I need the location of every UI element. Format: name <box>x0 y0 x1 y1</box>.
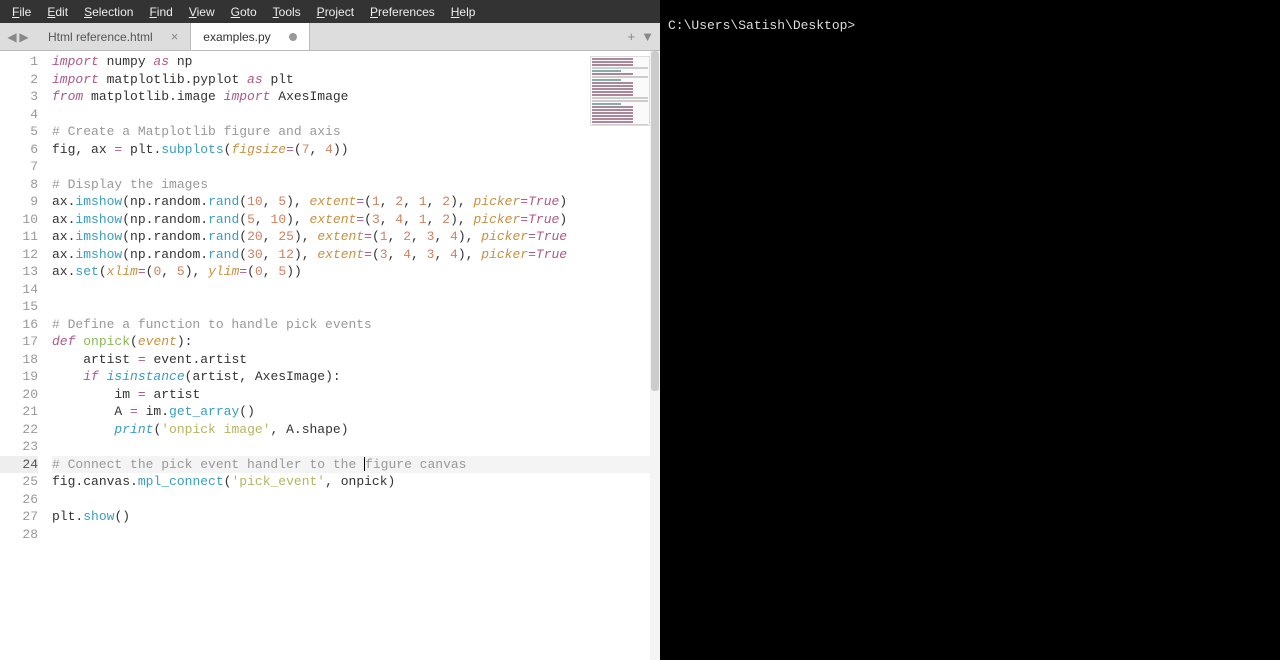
menu-edit[interactable]: Edit <box>39 3 76 21</box>
scrollbar-thumb[interactable] <box>651 51 659 391</box>
line-number: 11 <box>0 228 38 246</box>
menu-tools[interactable]: Tools <box>265 3 309 21</box>
code-area[interactable]: import numpy as npimport matplotlib.pypl… <box>52 51 660 660</box>
editor-pane: FileEditSelectionFindViewGotoToolsProjec… <box>0 0 660 660</box>
line-number: 10 <box>0 211 38 229</box>
line-number: 16 <box>0 316 38 334</box>
line-number: 24 <box>0 456 38 474</box>
tab-examples-py[interactable]: examples.py <box>191 23 309 50</box>
code-line[interactable]: from matplotlib.image import AxesImage <box>52 88 660 106</box>
line-number-gutter: 1234567891011121314151617181920212223242… <box>0 51 52 660</box>
line-number: 25 <box>0 473 38 491</box>
editor-body[interactable]: 1234567891011121314151617181920212223242… <box>0 51 660 660</box>
code-line[interactable]: # Connect the pick event handler to the … <box>52 456 660 474</box>
line-number: 23 <box>0 438 38 456</box>
line-number: 19 <box>0 368 38 386</box>
line-number: 26 <box>0 491 38 509</box>
tab-label: examples.py <box>203 30 270 44</box>
code-line[interactable]: ax.imshow(np.random.rand(20, 25), extent… <box>52 228 660 246</box>
menu-preferences[interactable]: Preferences <box>362 3 443 21</box>
menu-find[interactable]: Find <box>141 3 180 21</box>
tabs-dropdown-icon[interactable]: ▼ <box>641 29 654 44</box>
code-line[interactable]: # Display the images <box>52 176 660 194</box>
line-number: 8 <box>0 176 38 194</box>
menu-file[interactable]: File <box>4 3 39 21</box>
new-tab-icon[interactable]: + <box>628 29 636 44</box>
terminal-prompt: C:\Users\Satish\Desktop> <box>668 18 855 33</box>
code-line[interactable]: plt.show() <box>52 508 660 526</box>
code-line[interactable]: # Create a Matplotlib figure and axis <box>52 123 660 141</box>
code-line[interactable]: fig, ax = plt.subplots(figsize=(7, 4)) <box>52 141 660 159</box>
nav-forward-icon[interactable]: ▶ <box>18 31 30 43</box>
line-number: 15 <box>0 298 38 316</box>
line-number: 27 <box>0 508 38 526</box>
menu-selection[interactable]: Selection <box>76 3 141 21</box>
code-line[interactable]: import matplotlib.pyplot as plt <box>52 71 660 89</box>
line-number: 6 <box>0 141 38 159</box>
tab-bar: ◀ ▶ Html reference.html × examples.py + ▼ <box>0 23 660 51</box>
code-line[interactable]: import numpy as np <box>52 53 660 71</box>
menu-goto[interactable]: Goto <box>223 3 265 21</box>
code-line[interactable] <box>52 158 660 176</box>
minimap[interactable] <box>590 56 650 126</box>
code-line[interactable]: ax.imshow(np.random.rand(30, 12), extent… <box>52 246 660 264</box>
code-line[interactable] <box>52 438 660 456</box>
code-line[interactable]: ax.set(xlim=(0, 5), ylim=(0, 5)) <box>52 263 660 281</box>
line-number: 17 <box>0 333 38 351</box>
code-line[interactable] <box>52 526 660 544</box>
code-line[interactable] <box>52 281 660 299</box>
tab-label: Html reference.html <box>48 30 153 44</box>
tab-modified-icon <box>289 33 297 41</box>
line-number: 3 <box>0 88 38 106</box>
code-line[interactable]: # Define a function to handle pick event… <box>52 316 660 334</box>
tab-nav-arrows: ◀ ▶ <box>0 23 36 50</box>
code-line[interactable]: artist = event.artist <box>52 351 660 369</box>
line-number: 7 <box>0 158 38 176</box>
line-number: 20 <box>0 386 38 404</box>
code-line[interactable]: fig.canvas.mpl_connect('pick_event', onp… <box>52 473 660 491</box>
nav-back-icon[interactable]: ◀ <box>6 31 18 43</box>
terminal-pane[interactable]: C:\Users\Satish\Desktop> <box>660 0 1280 660</box>
line-number: 18 <box>0 351 38 369</box>
code-line[interactable]: A = im.get_array() <box>52 403 660 421</box>
line-number: 22 <box>0 421 38 439</box>
menubar: FileEditSelectionFindViewGotoToolsProjec… <box>0 0 660 23</box>
tab-bar-right: + ▼ <box>628 23 660 50</box>
menu-view[interactable]: View <box>181 3 223 21</box>
code-line[interactable] <box>52 491 660 509</box>
line-number: 4 <box>0 106 38 124</box>
menu-project[interactable]: Project <box>309 3 362 21</box>
code-line[interactable]: print('onpick image', A.shape) <box>52 421 660 439</box>
code-line[interactable]: ax.imshow(np.random.rand(10, 5), extent=… <box>52 193 660 211</box>
line-number: 14 <box>0 281 38 299</box>
line-number: 2 <box>0 71 38 89</box>
code-line[interactable]: if isinstance(artist, AxesImage): <box>52 368 660 386</box>
line-number: 21 <box>0 403 38 421</box>
tab-close-icon[interactable]: × <box>171 29 179 44</box>
code-line[interactable] <box>52 106 660 124</box>
line-number: 9 <box>0 193 38 211</box>
menu-help[interactable]: Help <box>443 3 484 21</box>
line-number: 5 <box>0 123 38 141</box>
line-number: 13 <box>0 263 38 281</box>
code-line[interactable] <box>52 298 660 316</box>
code-line[interactable]: def onpick(event): <box>52 333 660 351</box>
line-number: 28 <box>0 526 38 544</box>
code-line[interactable]: im = artist <box>52 386 660 404</box>
code-line[interactable]: ax.imshow(np.random.rand(5, 10), extent=… <box>52 211 660 229</box>
vertical-scrollbar[interactable] <box>650 51 660 660</box>
line-number: 12 <box>0 246 38 264</box>
line-number: 1 <box>0 53 38 71</box>
tab-html-reference-html[interactable]: Html reference.html × <box>36 23 191 50</box>
